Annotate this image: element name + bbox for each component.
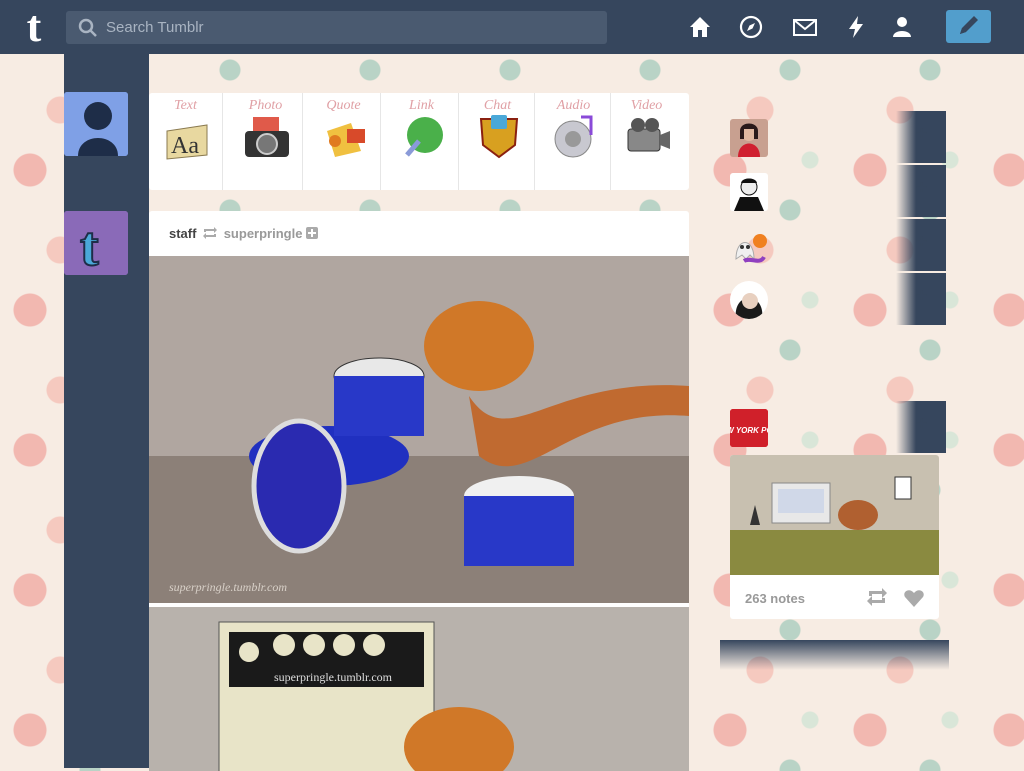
home-icon[interactable] <box>687 14 713 40</box>
svg-text:Aa: Aa <box>171 133 199 159</box>
reblogged-from[interactable]: superpringle <box>224 226 303 241</box>
bearded-dragon-amp-photo[interactable]: superpringle.tumblr.com <box>149 607 689 771</box>
search-bar[interactable] <box>66 11 607 44</box>
search-icon <box>78 18 97 37</box>
default-avatar-silhouette-icon <box>64 92 128 156</box>
photo-watermark-2: superpringle.tumblr.com <box>274 670 393 684</box>
dashboard-column <box>64 54 149 768</box>
post-type-chat[interactable]: Chat <box>461 93 535 190</box>
avatar-man-suit[interactable] <box>730 173 768 211</box>
post-header: staff superpringle <box>169 226 319 241</box>
notes-count[interactable]: 263 notes <box>745 591 805 606</box>
sidebar-footer-fade <box>720 640 949 670</box>
follow-plus-icon[interactable] <box>306 227 319 239</box>
svg-text:t: t <box>80 216 99 275</box>
nypost-logo: NEW YORK POST <box>730 409 768 447</box>
inbox-icon[interactable] <box>792 14 818 40</box>
video-icon <box>627 118 670 152</box>
radar-post: 263 notes <box>730 455 939 619</box>
recommended-blog[interactable]: + <box>730 111 946 163</box>
top-navigation-bar: t <box>0 0 1024 54</box>
photo-icon <box>245 117 289 157</box>
post-type-quote[interactable]: Quote <box>307 93 381 190</box>
post-type-bar: Text Aa Photo Quote Link Chat Audio Vide… <box>149 93 689 190</box>
follow-plus-icon[interactable]: + <box>916 231 936 257</box>
post-author[interactable]: staff <box>169 226 196 241</box>
tumblr-t-avatar-icon: t <box>64 211 128 275</box>
chat-icon <box>479 115 519 159</box>
post-type-video[interactable]: Video <box>610 93 683 190</box>
compose-button[interactable] <box>946 10 991 43</box>
post-type-link[interactable]: Link <box>385 93 459 190</box>
reblog-icon <box>203 227 218 239</box>
avatar-image <box>730 173 768 211</box>
avatar-woman-2[interactable] <box>730 281 768 319</box>
audio-icon <box>554 115 593 158</box>
radar-post-photo[interactable] <box>730 455 939 575</box>
recommended-blog[interactable]: + <box>730 273 946 325</box>
avatar-new-york-post[interactable]: NEW YORK POST <box>730 409 768 447</box>
post-type-photo[interactable]: Photo <box>229 93 303 190</box>
text-icon: Aa <box>166 124 208 160</box>
dashboard-post: staff superpringle superpringle.tumblr.c… <box>149 211 689 771</box>
photo-watermark-1: superpringle.tumblr.com <box>169 580 287 594</box>
like-heart-icon[interactable] <box>904 589 924 607</box>
post-type-audio[interactable]: Audio <box>537 93 611 190</box>
recommended-blog[interactable]: + <box>730 165 946 217</box>
tumblr-logo[interactable]: t <box>14 5 54 49</box>
post-type-text[interactable]: Text Aa <box>149 93 223 190</box>
avatar-image <box>730 119 768 157</box>
avatar-woman[interactable] <box>730 119 768 157</box>
avatar-image <box>735 234 767 263</box>
radar-blog[interactable]: NEW YORK POST + <box>730 401 946 453</box>
avatar-ghost[interactable] <box>730 227 768 265</box>
recommended-blog[interactable]: + <box>730 219 946 271</box>
user-avatar[interactable] <box>64 92 128 156</box>
account-icon[interactable] <box>889 14 915 40</box>
follow-plus-icon[interactable]: + <box>916 177 936 203</box>
reblog-icon[interactable] <box>866 588 888 606</box>
quote-icon <box>327 123 365 157</box>
avatar-image <box>730 281 768 319</box>
pencil-icon <box>960 16 978 34</box>
follow-plus-icon[interactable]: + <box>916 285 936 311</box>
explore-icon[interactable] <box>738 14 764 40</box>
bearded-dragon-drums-photo[interactable]: superpringle.tumblr.com <box>149 256 689 603</box>
staff-avatar[interactable]: t <box>64 211 128 275</box>
follow-plus-icon[interactable]: + <box>916 123 936 149</box>
activity-icon[interactable] <box>843 14 869 40</box>
link-icon <box>405 117 443 157</box>
follow-plus-icon[interactable]: + <box>916 413 936 439</box>
svg-text:NEW YORK POST: NEW YORK POST <box>730 426 768 435</box>
search-input[interactable] <box>106 11 596 44</box>
